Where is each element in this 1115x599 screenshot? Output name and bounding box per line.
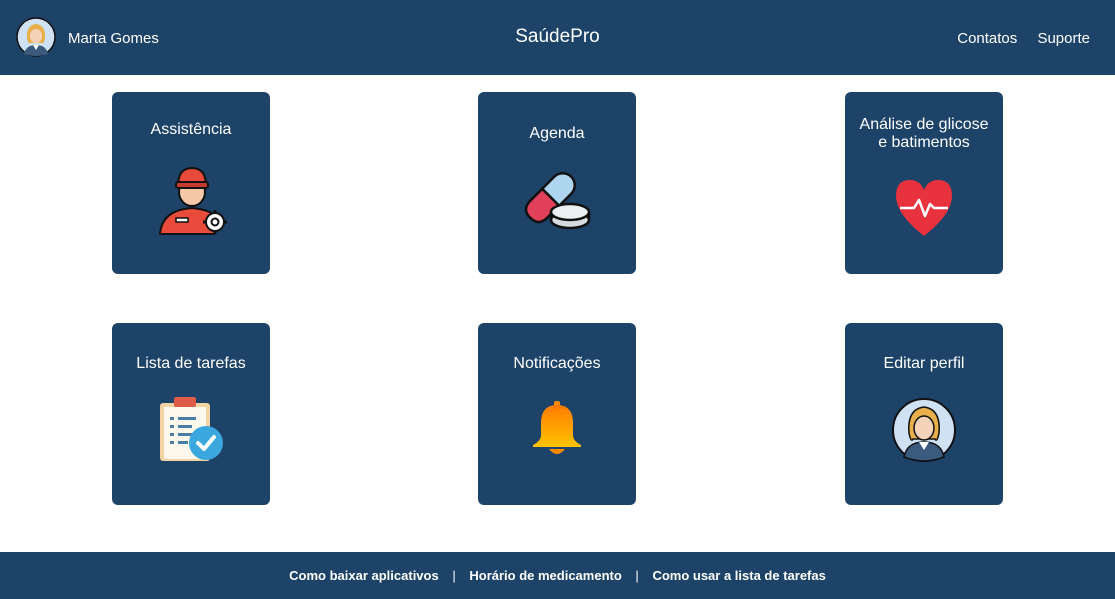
top-header: Marta Gomes SaúdePro Contatos Suporte — [0, 0, 1115, 75]
footer-separator: | — [635, 568, 639, 583]
card-label: Agenda — [529, 125, 585, 142]
card-analise[interactable]: Análise de glicose e batimentos — [845, 92, 1003, 274]
card-label: Editar perfil — [883, 355, 965, 372]
card-label: Notificações — [513, 355, 601, 372]
footer-separator: | — [452, 568, 456, 583]
heartbeat-icon — [896, 180, 952, 236]
bell-icon — [533, 401, 581, 454]
footer-link-lista[interactable]: Como usar a lista de tarefas — [652, 568, 825, 583]
card-editar-perfil[interactable]: Editar perfil — [845, 323, 1003, 505]
nav-suporte[interactable]: Suporte — [1037, 30, 1090, 47]
card-notificacoes[interactable]: Notificações — [478, 323, 636, 505]
card-label: Análise de glicose e batimentos — [859, 116, 989, 151]
footer-link-horario[interactable]: Horário de medicamento — [469, 568, 621, 583]
card-assistencia[interactable]: Assistência — [112, 92, 270, 274]
card-agenda[interactable]: Agenda — [478, 92, 636, 274]
technician-icon — [158, 166, 227, 235]
card-label: Assistência — [150, 121, 232, 138]
avatar-icon — [892, 398, 956, 462]
card-lista-tarefas[interactable]: Lista de tarefas — [112, 323, 270, 505]
card-label: Lista de tarefas — [136, 355, 246, 372]
nav-contatos[interactable]: Contatos — [957, 30, 1017, 47]
checklist-icon — [160, 397, 223, 461]
pills-icon — [524, 172, 591, 230]
footer: Como baixar aplicativos | Horário de med… — [0, 552, 1115, 599]
footer-link-baixar[interactable]: Como baixar aplicativos — [289, 568, 439, 583]
top-nav: Contatos Suporte — [941, 30, 1090, 47]
